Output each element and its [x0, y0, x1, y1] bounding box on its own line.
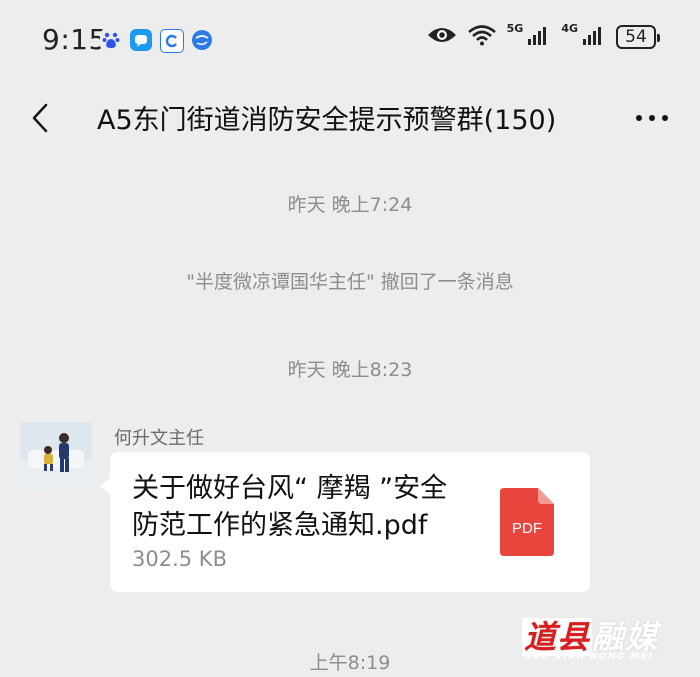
network-type-1: 5G [506, 21, 524, 35]
watermark-part-b: 融媒 [592, 618, 659, 656]
battery-indicator: 54 [616, 25, 660, 49]
back-button[interactable] [22, 100, 58, 136]
notification-icons [100, 29, 212, 53]
more-icon [636, 115, 668, 121]
watermark-part-a: 道县 [522, 618, 593, 656]
sender-name: 何升文主任 [114, 428, 204, 449]
system-status: 5G 4G 54 [427, 21, 660, 50]
timestamp: 昨天 晚上8:23 [287, 359, 413, 381]
file-message-bubble[interactable]: 关于做好台风“ 摩羯 ”安全防范工作的紧急通知.pdf 302.5 KB PDF [100, 452, 590, 592]
chat-app-icon [130, 29, 152, 51]
signal-icon-2 [582, 25, 606, 49]
chat-header: A5东门街道消防安全提示预警群(150) [0, 80, 700, 156]
timestamp: 昨天 晚上7:24 [287, 194, 413, 216]
clock: 9:15 [42, 23, 107, 56]
pdf-label: PDF [512, 520, 542, 537]
more-options-button[interactable] [632, 102, 672, 134]
watermark-logo: 道县融媒 DAO XIAN RONG MEI [518, 606, 694, 672]
browser-icon [192, 30, 212, 50]
eye-icon [427, 25, 457, 49]
pdf-file-icon: PDF [500, 488, 554, 560]
wifi-icon [467, 24, 497, 50]
chevron-left-icon [32, 103, 48, 133]
status-bar: 9:15 5G 4G 54 [0, 0, 700, 80]
signal-icon [527, 25, 551, 49]
chat-title: A5东门街道消防安全提示预警群(150) [97, 105, 557, 136]
network-type-2: 4G [561, 21, 578, 35]
baidu-icon [100, 29, 122, 51]
file-name: 关于做好台风“ 摩羯 ”安全防范工作的紧急通知.pdf [132, 473, 448, 541]
recall-notice: "半度微凉谭国华主任" 撤回了一条消息 [186, 271, 514, 293]
ccb-app-icon [160, 29, 184, 53]
avatar[interactable] [20, 422, 92, 490]
watermark-subtitle: DAO XIAN RONG MEI [524, 652, 654, 662]
file-size: 302.5 KB [132, 547, 227, 571]
